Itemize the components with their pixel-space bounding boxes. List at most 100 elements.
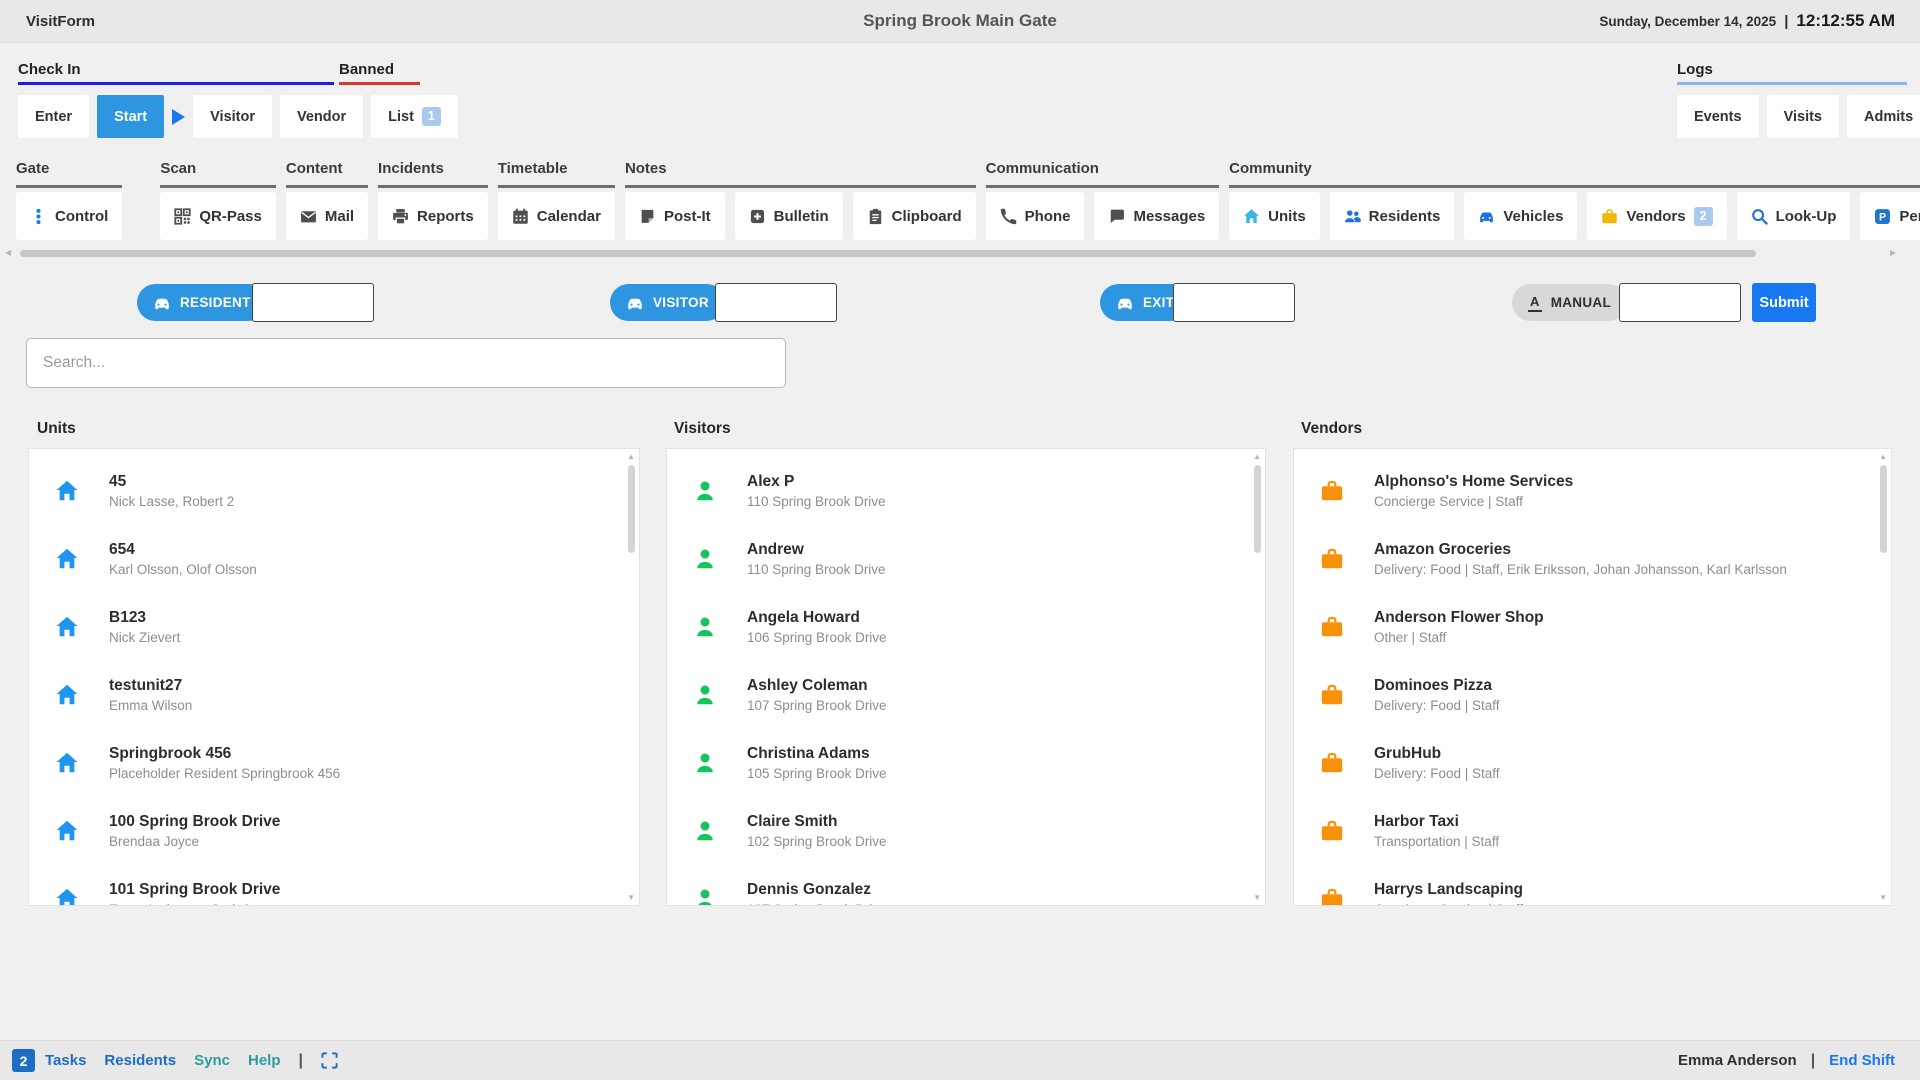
toolbar-group-incidents: Incidents Reports [378,160,488,242]
events-button[interactable]: Events [1677,95,1759,138]
person-icon [693,819,717,843]
residents-button[interactable]: Residents [1330,192,1455,240]
scroll-down-icon[interactable]: ▼ [1253,893,1261,902]
end-shift-button[interactable]: End Shift [1829,1052,1895,1069]
parking-square-icon [1874,208,1891,225]
phone-button[interactable]: Phone [986,192,1085,240]
help-link[interactable]: Help [248,1052,281,1069]
look-up-button[interactable]: Look-Up [1737,192,1851,240]
units-scrollbar[interactable] [628,465,635,553]
scroll-right-icon[interactable]: ▶ [1890,248,1896,258]
manual-entry-input[interactable] [1619,283,1741,322]
unit-list-item[interactable]: 100 Spring Brook DriveBrendaa Joyce [29,797,639,865]
admits-button[interactable]: Admits [1847,95,1920,138]
visitor-list-item[interactable]: Alex P110 Spring Brook Drive [667,457,1265,525]
vendors-count-badge: 2 [1694,207,1713,226]
vehicles-button[interactable]: Vehicles [1464,192,1577,240]
visitor-list-item[interactable]: Angela Howard106 Spring Brook Drive [667,593,1265,661]
divider: | [1784,13,1788,30]
exit-scan-input[interactable] [1173,283,1295,322]
messages-button[interactable]: Messages [1094,192,1219,240]
scroll-left-icon[interactable]: ◀ [5,248,11,258]
vendor-list-item[interactable]: Harbor TaxiTransportation | Staff [1294,797,1891,865]
person-icon [693,683,717,707]
visitor-scan-button[interactable]: VISITOR [610,284,725,321]
group-underline [16,185,122,188]
vendor-list-item[interactable]: GrubHubDelivery: Food | Staff [1294,729,1891,797]
briefcase-icon [1320,547,1344,571]
people-icon [1344,208,1361,225]
unit-list-item[interactable]: B123Nick Zievert [29,593,639,661]
vendor-list-item[interactable]: Alphonso's Home ServicesConcierge Servic… [1294,457,1891,525]
manual-entry-button[interactable]: A MANUAL [1512,284,1627,321]
resident-scan-button[interactable]: RESIDENT [137,284,267,321]
vendor-list-item[interactable]: Harrys LandscapingConcierge Service | St… [1294,865,1891,906]
scroll-up-icon[interactable]: ▲ [1253,452,1261,461]
visitor-list-item[interactable]: Ashley Coleman107 Spring Brook Drive [667,661,1265,729]
qr-pass-button[interactable]: QR-Pass [160,192,276,240]
mail-button[interactable]: Mail [286,192,368,240]
banned-list-button[interactable]: List 1 [371,95,458,138]
printer-icon [392,208,409,225]
submit-button[interactable]: Submit [1752,283,1816,322]
tasks-count-badge: 2 [12,1049,35,1072]
clipboard-button[interactable]: Clipboard [853,192,976,240]
time-label: 12:12:55 AM [1796,11,1895,31]
bulletin-button[interactable]: Bulletin [735,192,843,240]
visitor-list-item[interactable]: Christina Adams105 Spring Brook Drive [667,729,1265,797]
vendor-list-item[interactable]: Anderson Flower ShopOther | Staff [1294,593,1891,661]
briefcase-icon [1320,479,1344,503]
vendor-tab-button[interactable]: Vendor [280,95,363,138]
scroll-down-icon[interactable]: ▼ [627,893,635,902]
resident-scan-input[interactable] [252,283,374,322]
visitor-tab-button[interactable]: Visitor [193,95,272,138]
units-button[interactable]: Units [1229,192,1320,240]
vendors-button[interactable]: Vendors2 [1587,192,1726,240]
person-icon [693,751,717,775]
sync-link[interactable]: Sync [194,1052,230,1069]
mail-icon [300,208,317,225]
visitors-scrollbar[interactable] [1254,465,1261,553]
search-input[interactable] [26,338,786,388]
control-button[interactable]: Control [16,192,122,240]
home-icon [1243,208,1260,225]
datetime: Sunday, December 14, 2025 | 12:12:55 AM [1599,11,1895,31]
scroll-down-icon[interactable]: ▼ [1879,893,1887,902]
visits-button[interactable]: Visits [1767,95,1839,138]
visitor-list-item[interactable]: Dennis Gonzalez107 Spring Brook Drive [667,865,1265,906]
visitor-scan-input[interactable] [715,283,837,322]
toolbar-scrollbar[interactable] [20,250,1756,257]
scroll-up-icon[interactable]: ▲ [1879,452,1887,461]
unit-list-item[interactable]: 654Karl Olsson, Olof Olsson [29,525,639,593]
permit-button[interactable]: Permit [1860,192,1920,240]
visitors-panel: Alex P110 Spring Brook Drive Andrew110 S… [666,448,1266,906]
unit-list-item[interactable]: Springbrook 456Placeholder Resident Spri… [29,729,639,797]
start-button[interactable]: Start [97,95,164,138]
plus-square-icon [749,208,766,225]
visitor-list-item[interactable]: Andrew110 Spring Brook Drive [667,525,1265,593]
visitors-column-header: Visitors [674,420,731,438]
banned-section-label: Banned [339,61,394,78]
current-user: Emma Anderson [1678,1052,1797,1069]
group-underline [625,185,976,188]
group-underline [160,185,276,188]
unit-list-item[interactable]: 45Nick Lasse, Robert 2 [29,457,639,525]
unit-list-item[interactable]: testunit27Emma Wilson [29,661,639,729]
post-it-button[interactable]: Post-It [625,192,725,240]
home-icon [55,751,79,775]
enter-button[interactable]: Enter [18,95,89,138]
visitor-list-item[interactable]: Claire Smith102 Spring Brook Drive [667,797,1265,865]
residents-link[interactable]: Residents [104,1052,176,1069]
reports-button[interactable]: Reports [378,192,488,240]
tasks-link[interactable]: Tasks [45,1052,86,1069]
vendor-list-item[interactable]: Amazon GroceriesDelivery: Food | Staff, … [1294,525,1891,593]
unit-list-item[interactable]: 101 Spring Brook DriveEwan Anderson, Jac… [29,865,639,906]
toolbar-group-scan: Scan QR-Pass [160,160,276,242]
car-icon [1116,294,1134,312]
calendar-button[interactable]: Calendar [498,192,615,240]
play-icon[interactable] [172,109,185,125]
scroll-up-icon[interactable]: ▲ [627,452,635,461]
vendors-scrollbar[interactable] [1880,465,1887,553]
vendor-list-item[interactable]: Dominoes PizzaDelivery: Food | Staff [1294,661,1891,729]
fullscreen-icon[interactable] [321,1052,338,1069]
